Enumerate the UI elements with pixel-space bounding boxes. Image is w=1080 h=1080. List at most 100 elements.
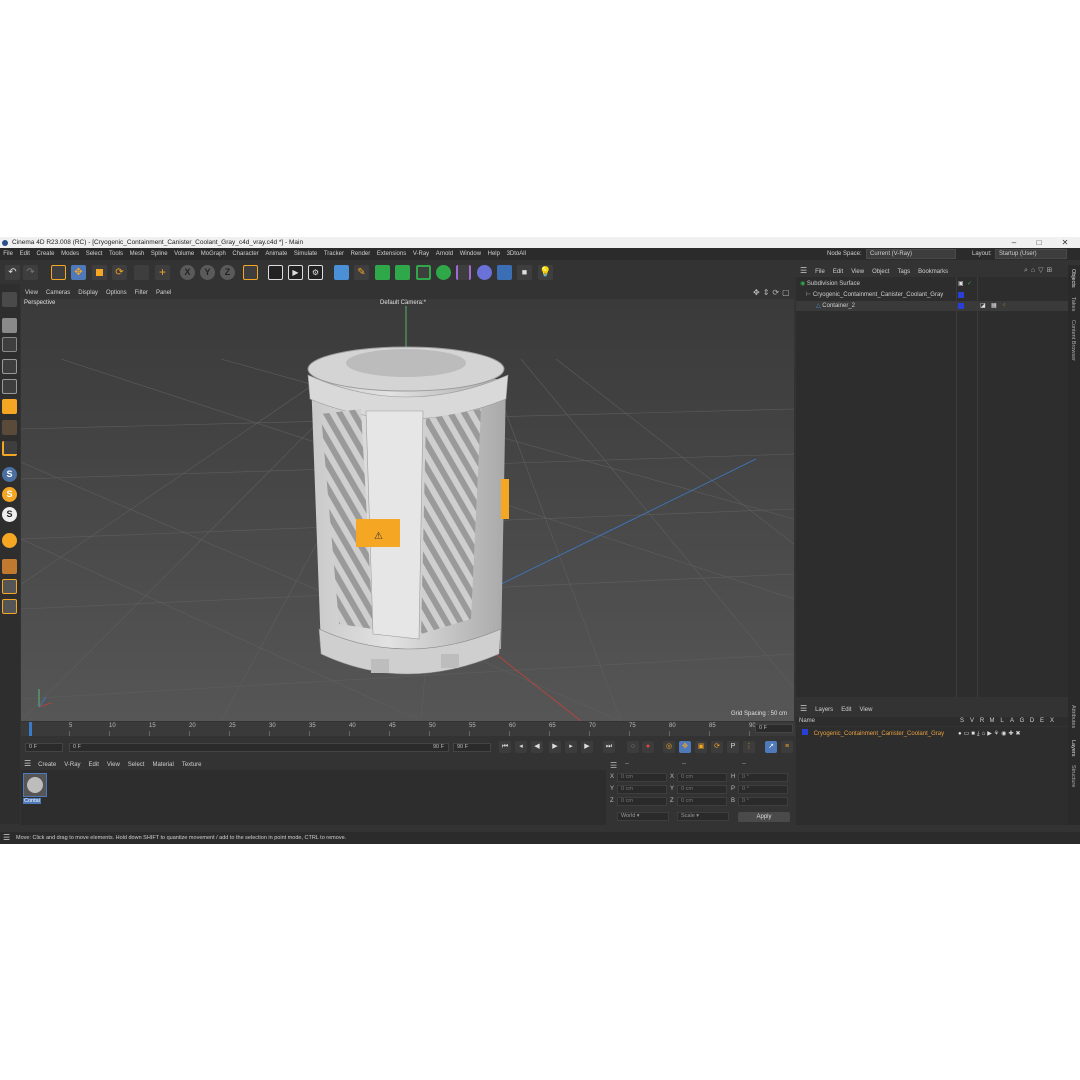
- menu-select[interactable]: Select: [82, 248, 105, 260]
- object-row-canister[interactable]: ⊢ Cryogenic_Containment_Canister_Coolant…: [796, 290, 1068, 300]
- status-hamburger-icon[interactable]: ☰: [3, 832, 10, 844]
- workplane-icon[interactable]: [2, 533, 17, 548]
- close-button[interactable]: ✕: [1054, 237, 1076, 248]
- snap-settings-icon[interactable]: S: [2, 487, 17, 502]
- tab-content-browser[interactable]: Content Browser: [1070, 320, 1076, 361]
- tab-structure[interactable]: Structure: [1070, 765, 1076, 787]
- viewport-menu-options[interactable]: Options: [102, 288, 131, 298]
- coord-mode-dropdown[interactable]: World ▾: [617, 812, 669, 821]
- timeline-ruler[interactable]: 051015202530354045505560657075808590 0 F: [21, 722, 795, 736]
- menu-mesh[interactable]: Mesh: [126, 248, 147, 260]
- coords-hamburger-icon[interactable]: ☰: [610, 761, 617, 770]
- texture-mode-icon[interactable]: [2, 337, 17, 352]
- select-tool-icon[interactable]: [51, 265, 66, 280]
- material-menu-view[interactable]: View: [103, 760, 124, 770]
- spline-pen-icon[interactable]: ✎: [354, 265, 369, 280]
- mograph-cloner-icon[interactable]: [436, 265, 451, 280]
- points-mode-icon[interactable]: [2, 359, 17, 374]
- viewport-menu-cameras[interactable]: Cameras: [42, 288, 74, 298]
- object-search-icons[interactable]: ⌕⌂▽⊞: [1024, 265, 1055, 276]
- previous-frame-icon[interactable]: ◀: [531, 741, 543, 753]
- menu-animate[interactable]: Animate: [262, 248, 291, 260]
- light-icon[interactable]: 💡: [538, 265, 553, 280]
- record-keys-icon[interactable]: ○: [627, 741, 639, 753]
- field-icon[interactable]: [456, 265, 471, 280]
- snap-icon[interactable]: S: [2, 467, 17, 482]
- coord-rotation-field[interactable]: 0 °: [738, 785, 788, 794]
- axis-mode-icon[interactable]: [2, 441, 17, 456]
- material-name[interactable]: Contai: [23, 798, 41, 804]
- material-menu-edit[interactable]: Edit: [85, 760, 103, 770]
- coord-size-field[interactable]: 0 cm: [677, 785, 727, 794]
- menu-mograph[interactable]: MoGraph: [197, 248, 229, 260]
- material-tag-icon[interactable]: ▦: [991, 301, 997, 311]
- material-menu-texture[interactable]: Texture: [178, 760, 206, 770]
- camera-icon[interactable]: ■: [517, 265, 532, 280]
- solo-mode-icon[interactable]: [2, 599, 17, 614]
- scale-tool-icon[interactable]: [92, 265, 107, 280]
- point-level-key-icon[interactable]: ⋮: [743, 741, 755, 753]
- viewport-menu-view[interactable]: View: [21, 288, 42, 298]
- current-frame-field[interactable]: 0 F: [755, 724, 793, 733]
- timeline-window-icon[interactable]: ≡: [781, 741, 793, 753]
- tab-takes[interactable]: Takes: [1070, 297, 1076, 311]
- cube-primitive-icon[interactable]: [334, 265, 349, 280]
- layers-menu-layers[interactable]: Layers: [811, 705, 837, 716]
- menu-edit[interactable]: Edit: [16, 248, 33, 260]
- play-icon[interactable]: ▶: [549, 741, 561, 753]
- menu-modes[interactable]: Modes: [58, 248, 83, 260]
- apply-button[interactable]: Apply: [738, 812, 790, 822]
- menu-help[interactable]: Help: [484, 248, 503, 260]
- layer-column-m[interactable]: M: [987, 717, 997, 726]
- maximize-button[interactable]: □: [1028, 237, 1050, 248]
- layer-column-s[interactable]: S: [957, 717, 967, 726]
- rotate-tool-icon[interactable]: ⟳: [112, 265, 127, 280]
- frame-range-slider[interactable]: 0 F 90 F: [69, 743, 449, 752]
- object-hamburger-icon[interactable]: ☰: [796, 265, 811, 276]
- start-frame-field[interactable]: 0 F: [25, 743, 63, 752]
- layer-row[interactable]: Cryogenic_Containment_Canister_Coolant_G…: [796, 729, 1068, 739]
- autokey-icon[interactable]: ●: [642, 741, 654, 753]
- viewport-menu-panel[interactable]: Panel: [152, 288, 175, 298]
- layer-column-v[interactable]: V: [967, 717, 977, 726]
- uv-mode-icon[interactable]: [2, 420, 17, 435]
- render-settings-icon[interactable]: ⚙: [308, 265, 323, 280]
- model-mode-icon[interactable]: [2, 318, 17, 333]
- go-to-start-icon[interactable]: ⏮: [499, 741, 511, 753]
- tab-objects[interactable]: Objects: [1070, 269, 1076, 288]
- 3d-viewport[interactable]: ⚠ Perspective Default Camera:* Grid Spac…: [21, 299, 794, 721]
- polygons-mode-icon[interactable]: [2, 399, 17, 414]
- render-view-icon[interactable]: [268, 265, 283, 280]
- layer-color-swatch[interactable]: [958, 303, 964, 309]
- coordinate-system-icon[interactable]: [243, 265, 258, 280]
- layer-column-a[interactable]: A: [1007, 717, 1017, 726]
- layer-column-d[interactable]: D: [1027, 717, 1037, 726]
- environment-icon[interactable]: [477, 265, 492, 280]
- viewport-menu-display[interactable]: Display: [74, 288, 102, 298]
- object-row-subdivision[interactable]: ◉ Subdivision Surface ▣ ✓: [796, 279, 1068, 289]
- menu-volume[interactable]: Volume: [171, 248, 198, 260]
- coord-rotation-field[interactable]: 0 °: [738, 797, 788, 806]
- move-tool-icon[interactable]: ✥: [71, 265, 86, 280]
- tab-layers[interactable]: Layers: [1070, 740, 1076, 757]
- next-frame-icon[interactable]: ▸: [565, 741, 577, 753]
- recent-tools-icon[interactable]: [134, 265, 149, 280]
- layer-column-r[interactable]: R: [977, 717, 987, 726]
- generator-check-icon[interactable]: ✓: [967, 279, 972, 289]
- z-axis-lock-icon[interactable]: Z: [220, 265, 235, 280]
- make-editable-icon[interactable]: [2, 292, 17, 307]
- coord-position-field[interactable]: 0 cm: [617, 785, 667, 794]
- layer-color-swatch[interactable]: [802, 729, 808, 735]
- layer-column-x[interactable]: X: [1047, 717, 1057, 726]
- array-generator-icon[interactable]: [395, 265, 410, 280]
- menu-window[interactable]: Window: [456, 248, 484, 260]
- parameter-key-icon[interactable]: P: [727, 741, 739, 753]
- coord-size-field[interactable]: 0 cm: [677, 773, 727, 782]
- menu-spline[interactable]: Spline: [148, 248, 171, 260]
- go-to-end-icon[interactable]: ⏭: [603, 741, 615, 753]
- y-axis-lock-icon[interactable]: Y: [200, 265, 215, 280]
- deformer-icon[interactable]: [416, 265, 431, 280]
- object-row-container[interactable]: △ Container_2 ◪ ▦ ⁖: [796, 301, 1068, 311]
- layer-column-l[interactable]: L: [997, 717, 1007, 726]
- minimize-button[interactable]: –: [1003, 237, 1025, 248]
